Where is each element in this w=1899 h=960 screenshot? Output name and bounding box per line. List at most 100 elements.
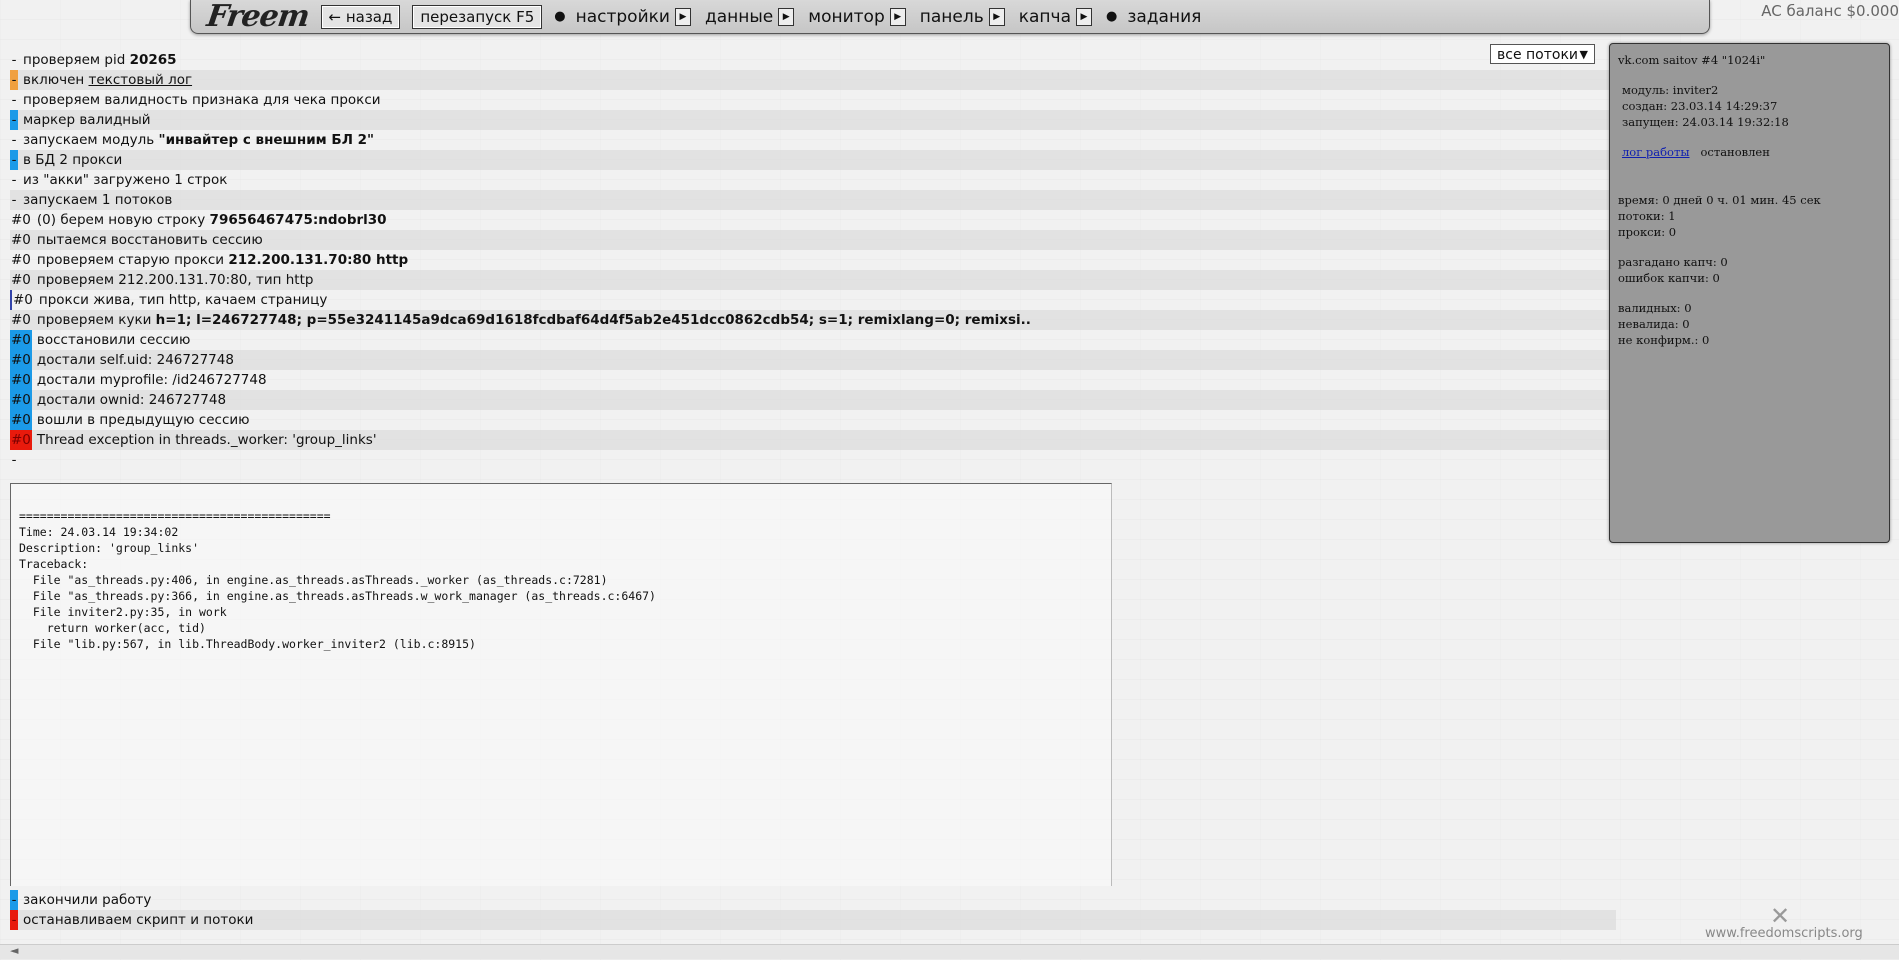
panel-title: vk.com saitov #4 "1024i"	[1618, 53, 1766, 67]
log-row: - проверяем валидность признака для чека …	[10, 90, 1616, 110]
log-list: - проверяем pid 20265- включен текстовый л…	[10, 50, 1616, 470]
top-nav: Freem ← назад перезапуск F5 ● настройки ▶…	[190, 0, 1710, 34]
log-marker: -	[10, 70, 18, 90]
traceback-line: Traceback:	[19, 557, 89, 571]
log-text: запускаем модуль	[23, 132, 159, 148]
log-text: (0) берем новую строку	[36, 212, 210, 228]
log-text: прокси жива, тип http, качаем страницу	[38, 292, 328, 308]
panel-not-confirmed: не конфирм.: 0	[1618, 333, 1710, 347]
log-text: в БД 2 прокси	[23, 152, 123, 168]
bullet-icon: ●	[1106, 9, 1118, 24]
nav-item-panel[interactable]: панель ▶	[920, 7, 1005, 27]
log-text: запускаем 1 потоков	[23, 192, 173, 208]
horizontal-scrollbar[interactable]: ◄	[0, 944, 1899, 959]
log-marker: #0	[10, 290, 34, 310]
panel-module: модуль: inviter2	[1622, 83, 1719, 97]
panel-status: остановлен	[1700, 145, 1770, 159]
panel-threads: потоки: 1	[1618, 209, 1676, 223]
panel-proxies: прокси: 0	[1618, 225, 1677, 239]
traceback-line: Time: 24.03.14 19:34:02	[19, 525, 179, 539]
arrow-right-icon: ▶	[889, 7, 906, 26]
panel-captcha-errors: ошибок капчи: 0	[1618, 271, 1720, 285]
traceback-line: File inviter2.py:35, in work	[19, 605, 227, 619]
text-log-link[interactable]: текстовый лог	[89, 70, 193, 90]
log-text: из "акки" загружено 1 строк	[23, 172, 228, 188]
log-marker: -	[11, 92, 17, 108]
log-text: проверяем 212.200.131.70:80, тип http	[36, 272, 314, 288]
log-text: закончили работу	[23, 892, 152, 908]
traceback-line: return worker(acc, tid)	[19, 621, 206, 635]
log-text: включен	[23, 72, 89, 88]
log-marker: -	[10, 150, 18, 170]
log-marker: #0	[11, 212, 31, 228]
traceback-line: File "as_threads.py:406, in engine.as_th…	[19, 573, 608, 587]
log-marker: #0	[11, 232, 31, 248]
traceback-box: ========================================…	[10, 483, 1112, 886]
log-marker: #0	[10, 350, 32, 370]
back-button[interactable]: ← назад	[320, 4, 401, 29]
nav-item-tasks[interactable]: задания	[1127, 7, 1201, 27]
arrow-right-icon: ▶	[674, 7, 691, 26]
log-text: достали ownid: 246727748	[36, 392, 227, 408]
log-row: - проверяем pid 20265	[10, 50, 1616, 70]
log-text: восстановили сессию	[36, 332, 191, 348]
bullet-icon: ●	[554, 9, 566, 24]
log-row: -в БД 2 прокси	[10, 150, 1616, 170]
work-log-link[interactable]: лог работы	[1622, 145, 1690, 159]
log-marker: #0	[10, 410, 32, 430]
log-row: -	[10, 450, 1616, 470]
log-row: - включен текстовый лог	[10, 70, 1616, 90]
log-row: - запускаем 1 потоков	[10, 190, 1616, 210]
log-text: проверяем pid	[23, 52, 130, 68]
log-marker: #0	[10, 370, 32, 390]
log-value: "инвайтер с внешним БЛ 2"	[158, 132, 375, 148]
panel-captcha-solved: разгадано капч: 0	[1618, 255, 1728, 269]
log-marker: -	[10, 910, 18, 930]
log-marker: -	[11, 172, 17, 188]
log-text: останавливаем скрипт и потоки	[23, 912, 254, 928]
nav-item-captcha[interactable]: капча ▶	[1019, 7, 1092, 27]
log-row: - закончили работу	[10, 890, 1616, 910]
log-marker: -	[10, 890, 18, 910]
nav-label: данные	[704, 6, 774, 27]
log-text: достали myprofile: /id246727748	[36, 372, 267, 388]
nav-item-monitor[interactable]: монитор ▶	[808, 6, 906, 27]
log-row: #0 проверяем старую прокси 212.200.131.70…	[10, 250, 1616, 270]
task-info-panel: vk.com saitov #4 "1024i" модуль: inviter…	[1609, 43, 1890, 543]
restart-button[interactable]: перезапуск F5	[412, 4, 543, 29]
site-link[interactable]: www.freedomscripts.org	[1705, 926, 1863, 941]
balance-label: AC баланс $0.000	[1761, 2, 1899, 20]
nav-label: монитор	[808, 6, 885, 27]
log-row: #0 проверяем куки h=1; l=246727748; p=55e…	[10, 310, 1616, 330]
log-marker: #0	[11, 272, 31, 288]
log-marker: -	[11, 132, 17, 148]
log-value: 20265	[129, 52, 177, 68]
arrow-right-icon: ▶	[778, 7, 795, 26]
nav-item-data[interactable]: данные ▶	[704, 6, 795, 27]
log-text: проверяем куки	[36, 312, 156, 328]
log-row: #0 достали ownid: 246727748	[10, 390, 1616, 410]
log-text: проверяем старую прокси	[36, 252, 229, 268]
nav-item-settings[interactable]: настройки ▶	[576, 7, 691, 27]
traceback-line: File "as_threads.py:366, in engine.as_th…	[19, 589, 656, 603]
log-marker: -	[10, 110, 18, 130]
log-marker: #0	[10, 330, 32, 350]
panel-created: создан: 23.03.14 14:29:37	[1622, 99, 1778, 113]
log-row: #0 Thread exception in threads._worker: '…	[10, 430, 1616, 450]
log-marker: -	[11, 52, 17, 68]
log-marker: #0	[10, 390, 32, 410]
scroll-left-icon[interactable]: ◄	[10, 944, 18, 957]
traceback-line: Description: 'group_links'	[19, 541, 200, 555]
log-value: 212.200.131.70:80 http	[228, 252, 409, 268]
log-marker: #0	[11, 252, 31, 268]
log-text: вошли в предыдущую сессию	[36, 412, 250, 428]
log-row: #0 достали self.uid: 246727748	[10, 350, 1616, 370]
log-marker: #0	[11, 312, 31, 328]
log-row: - останавливаем скрипт и потоки	[10, 910, 1616, 930]
log-row: - из "акки" загружено 1 строк	[10, 170, 1616, 190]
log-marker: -	[11, 192, 17, 208]
nav-label: панель	[919, 6, 984, 27]
log-row: - запускаем модуль "инвайтер с внешним БЛ…	[10, 130, 1616, 150]
log-text: достали self.uid: 246727748	[36, 352, 234, 368]
panel-valid: валидных: 0	[1618, 301, 1692, 315]
